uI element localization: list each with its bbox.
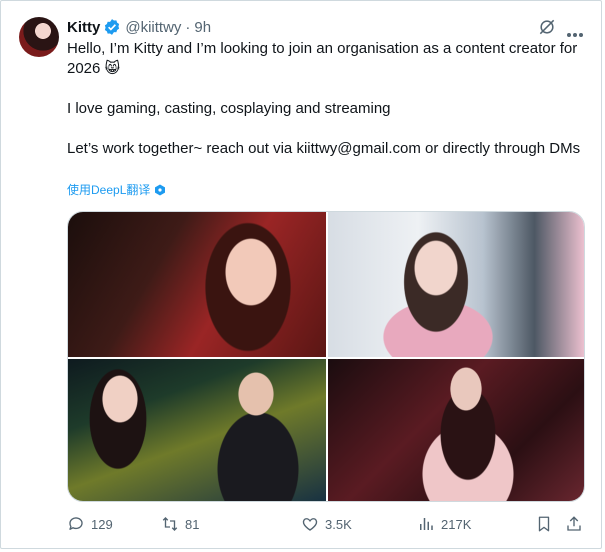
tweet-line-2: I love gaming, casting, cosplaying and s… [67,100,391,117]
photo-3[interactable] [68,359,326,501]
translate-link[interactable]: 使用DeepL翻译 [67,181,166,198]
separator-dot: · [185,18,191,36]
tweet-text: Hello, I’m Kitty and I’m looking to join… [67,39,587,159]
author-name[interactable]: Kitty [67,19,100,36]
repost-icon [162,517,178,531]
grok-icon[interactable] [537,17,557,37]
like-count: 3.5K [325,516,352,532]
media-grid [67,211,585,502]
avatar[interactable] [19,17,59,57]
tweet-card: Kitty @kiittwy · 9h Hello, I’m Kitty and… [0,0,602,549]
reply-icon [69,517,83,530]
like-icon [302,518,318,531]
photo-4[interactable] [328,359,584,501]
share-button[interactable] [565,513,583,535]
tweet-line-1: Hello, I’m Kitty and I’m looking to join… [67,40,582,77]
timestamp[interactable]: 9h [194,19,211,36]
tweet-header: Kitty @kiittwy · 9h [67,16,211,38]
translate-label[interactable]: 使用DeepL翻译 [67,181,150,198]
views-button[interactable]: 217K [417,513,471,535]
repost-button[interactable]: 81 [161,513,199,535]
tweet-line-3: Let’s work together~ reach out via kiitt… [67,140,581,157]
verified-badge-icon [105,19,120,35]
reply-button[interactable]: 129 [67,513,113,535]
photo-1[interactable] [68,212,326,357]
views-count: 217K [441,516,472,532]
repost-count: 81 [185,516,200,532]
more-icon[interactable] [567,24,585,37]
action-bar: 129 81 3.5K 217K [67,513,587,535]
author-handle[interactable]: @kiittwy [125,19,181,36]
bookmark-button[interactable] [535,513,553,535]
photo-2[interactable] [328,212,584,357]
bookmark-icon [538,516,550,532]
reply-count: 129 [91,516,113,532]
views-icon [420,518,433,530]
deepl-icon [155,184,166,195]
like-button[interactable]: 3.5K [301,513,352,535]
share-icon [567,516,581,531]
